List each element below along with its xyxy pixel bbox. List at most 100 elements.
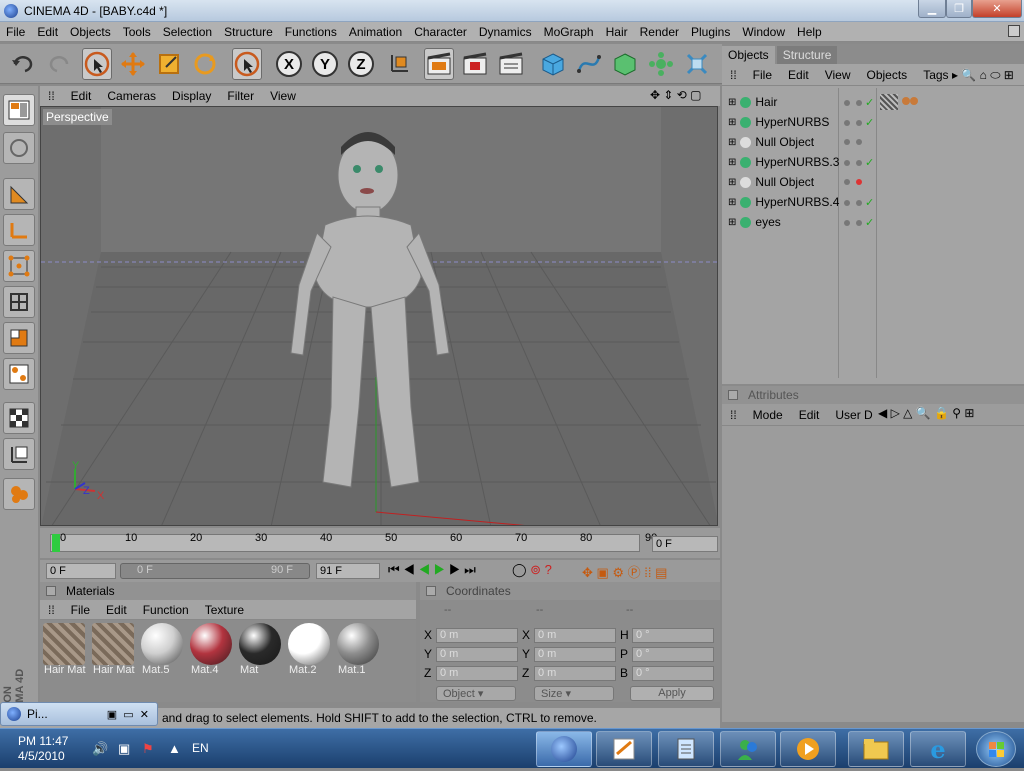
coord-value-field[interactable]: 0 m bbox=[534, 647, 616, 662]
rotate-tool[interactable] bbox=[190, 48, 220, 80]
menu-dynamics[interactable]: Dynamics bbox=[473, 25, 538, 39]
enabled-check-icon[interactable]: ✓ bbox=[862, 217, 874, 229]
taskbar-messenger-icon[interactable] bbox=[720, 731, 776, 767]
tab-objects[interactable]: Objects bbox=[722, 46, 775, 64]
show-hidden-icons[interactable]: ▲ bbox=[168, 741, 181, 756]
use-polygon-tool-icon[interactable] bbox=[3, 322, 35, 354]
material-swatch[interactable]: Mat.5 bbox=[140, 622, 184, 676]
material-swatch[interactable]: Mat.4 bbox=[189, 622, 233, 676]
object-row[interactable]: ⊞ eyes bbox=[728, 212, 781, 232]
menu-window[interactable]: Window bbox=[736, 25, 791, 39]
taskbar-explorer-icon[interactable] bbox=[848, 731, 904, 767]
materials-menu-texture[interactable]: Texture bbox=[197, 603, 252, 617]
editor-visibility-dot[interactable] bbox=[844, 179, 850, 185]
spline-button[interactable] bbox=[574, 48, 604, 80]
tab-structure[interactable]: Structure bbox=[776, 46, 838, 64]
coord-value-field[interactable]: 0 m bbox=[436, 647, 518, 662]
timeline-playhead[interactable] bbox=[52, 534, 60, 552]
use-model-tool-icon[interactable] bbox=[3, 178, 35, 210]
object-row[interactable]: ⊞ Null Object bbox=[728, 172, 814, 192]
expand-icon[interactable]: ⊞ bbox=[728, 197, 736, 208]
render-region-button[interactable] bbox=[460, 48, 490, 80]
material-swatch[interactable]: Hair Mat bbox=[42, 622, 86, 676]
editor-visibility-dot[interactable] bbox=[844, 200, 850, 206]
object-visibility-toggles[interactable]: ✓ bbox=[844, 156, 874, 169]
close-button[interactable]: ✕ bbox=[972, 0, 1022, 18]
object-row[interactable]: ⊞ Hair bbox=[728, 92, 777, 112]
start-frame-field[interactable]: 0 F bbox=[46, 563, 116, 579]
object-row[interactable]: ⊞ HyperNURBS.3 bbox=[728, 152, 839, 172]
taskbar-media-player-icon[interactable] bbox=[780, 731, 836, 767]
cube-primitive-button[interactable] bbox=[538, 48, 568, 80]
expand-icon[interactable]: ⊞ bbox=[728, 137, 736, 148]
object-name[interactable]: Hair bbox=[755, 95, 777, 109]
materials-menu-edit[interactable]: Edit bbox=[98, 603, 135, 617]
material-swatch[interactable]: Mat.2 bbox=[287, 622, 331, 676]
move-tool[interactable] bbox=[118, 48, 148, 80]
object-visibility-toggles[interactable]: ✓ bbox=[844, 196, 874, 209]
object-visibility-toggles[interactable]: ✓ bbox=[844, 116, 874, 129]
object-visibility-toggles[interactable] bbox=[844, 176, 862, 188]
menu-functions[interactable]: Functions bbox=[279, 25, 343, 39]
coord-value-field[interactable]: 0 m bbox=[534, 628, 616, 643]
taskbar-internet-explorer-icon[interactable]: e bbox=[910, 731, 966, 767]
menu-character[interactable]: Character bbox=[408, 25, 473, 39]
materials-menu-function[interactable]: Function bbox=[135, 603, 197, 617]
enabled-check-icon[interactable]: ✓ bbox=[862, 117, 874, 129]
minimize-button[interactable]: ▁ bbox=[918, 0, 946, 18]
object-row[interactable]: ⊞ HyperNURBS bbox=[728, 112, 829, 132]
timeline[interactable]: 0102030405060708090 0 F bbox=[40, 528, 720, 558]
render-visibility-dot[interactable] bbox=[856, 139, 862, 145]
object-name[interactable]: HyperNURBS.4 bbox=[755, 195, 839, 209]
materials-menu-file[interactable]: File bbox=[63, 603, 98, 617]
use-point-tool-icon[interactable] bbox=[3, 250, 35, 282]
menu-help[interactable]: Help bbox=[791, 25, 828, 39]
attributes-menu-item[interactable]: Mode bbox=[745, 408, 791, 422]
expand-icon[interactable]: ⊞ bbox=[728, 217, 736, 228]
use-object-axis-icon[interactable] bbox=[3, 214, 35, 246]
z-axis-lock-button[interactable]: Z bbox=[346, 48, 376, 80]
coord-mode-dropdown[interactable]: Object ▾ bbox=[436, 686, 516, 701]
language-indicator[interactable]: EN bbox=[192, 741, 209, 755]
coord-value-field[interactable]: 0 m bbox=[436, 628, 518, 643]
3d-viewport[interactable]: Y Z X Perspective bbox=[40, 106, 718, 526]
last-tool-button[interactable] bbox=[232, 48, 262, 80]
minimized-picture-viewer[interactable]: Pi... ▣ ▭ ✕ bbox=[0, 702, 158, 726]
workplane-icon[interactable] bbox=[3, 438, 35, 470]
expand-icon[interactable]: ⊞ bbox=[728, 97, 736, 108]
coord-value-field[interactable]: 0 ° bbox=[632, 647, 714, 662]
enabled-check-icon[interactable]: ✓ bbox=[862, 197, 874, 209]
taskbar-notepad-icon[interactable] bbox=[658, 731, 714, 767]
menu-animation[interactable]: Animation bbox=[343, 25, 408, 39]
taskbar-clock[interactable]: PM 11:47 4/5/2010 bbox=[18, 734, 68, 764]
menu-plugins[interactable]: Plugins bbox=[685, 25, 736, 39]
viewport-menu-edit[interactable]: Edit bbox=[63, 89, 100, 103]
record-keys-icons[interactable]: ◯ ⊚ ? bbox=[512, 562, 552, 578]
material-swatch[interactable]: Mat.1 bbox=[336, 622, 380, 676]
y-axis-lock-button[interactable]: Y bbox=[310, 48, 340, 80]
objects-menu-objects[interactable]: Objects bbox=[859, 68, 916, 82]
menu-file[interactable]: File bbox=[0, 25, 31, 39]
coord-size-dropdown[interactable]: Size ▾ bbox=[534, 686, 614, 701]
enabled-check-icon[interactable]: ✓ bbox=[862, 157, 874, 169]
object-visibility-toggles[interactable]: ✓ bbox=[844, 216, 874, 229]
attributes-nav-icons[interactable]: ◀ ▷ △ 🔍 🔒 ⚲ ⊞ bbox=[878, 406, 974, 420]
coord-value-field[interactable]: 0 ° bbox=[632, 628, 714, 643]
checker-texture-icon[interactable] bbox=[3, 402, 35, 434]
make-editable-icon[interactable] bbox=[3, 132, 35, 164]
scale-tool[interactable] bbox=[154, 48, 184, 80]
object-name[interactable]: Null Object bbox=[755, 135, 814, 149]
nurbs-button[interactable] bbox=[610, 48, 640, 80]
viewport-menu-cameras[interactable]: Cameras bbox=[99, 89, 164, 103]
material-swatch[interactable]: Hair Mat bbox=[91, 622, 135, 676]
menu-hair[interactable]: Hair bbox=[600, 25, 634, 39]
object-visibility-toggles[interactable]: ✓ bbox=[844, 96, 874, 109]
object-name[interactable]: HyperNURBS bbox=[755, 115, 829, 129]
hair-material-tag-icon[interactable] bbox=[902, 94, 918, 108]
viewport-menu-filter[interactable]: Filter bbox=[219, 89, 262, 103]
render-visibility-dot[interactable] bbox=[856, 179, 862, 185]
viewport-menu-display[interactable]: Display bbox=[164, 89, 219, 103]
menu-mograph[interactable]: MoGraph bbox=[538, 25, 600, 39]
timeline-ruler[interactable] bbox=[50, 534, 640, 552]
editor-visibility-dot[interactable] bbox=[844, 100, 850, 106]
